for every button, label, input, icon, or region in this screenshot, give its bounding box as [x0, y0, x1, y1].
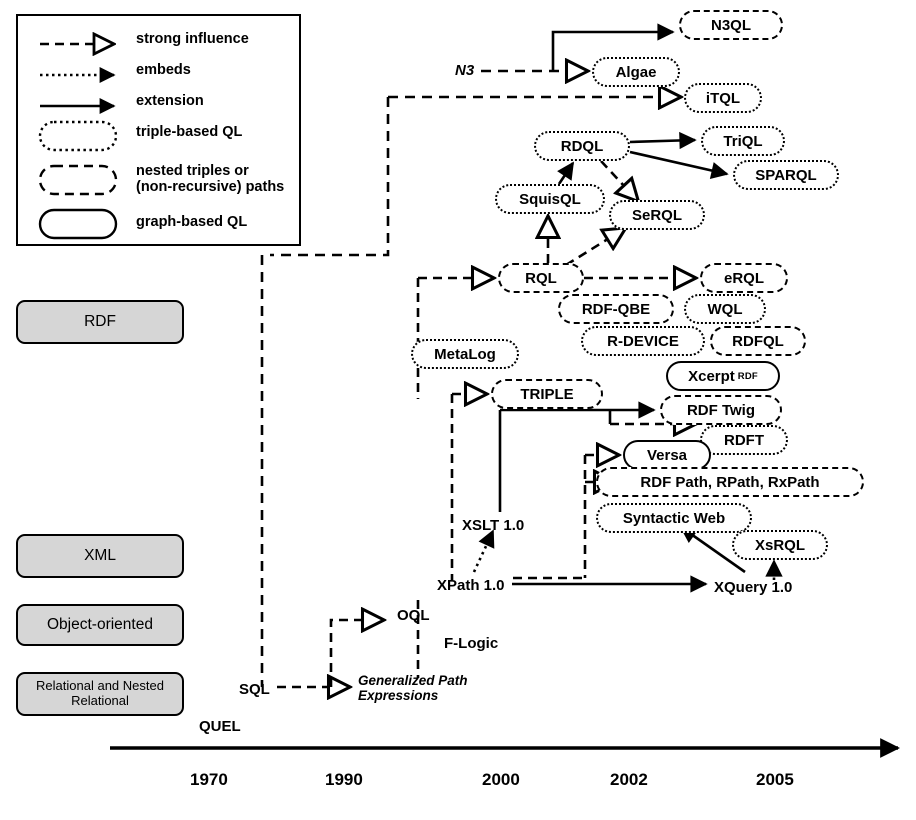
node-rdftwig[interactable]: RDF Twig — [660, 395, 782, 425]
legend-item-nested-triples: nested triples or (non-recursive) paths — [126, 163, 284, 195]
node-rdfpath[interactable]: RDF Path, RPath, RxPath — [596, 467, 864, 497]
node-label: eRQL — [723, 269, 764, 287]
label-flogic: F-Logic — [444, 635, 499, 652]
node-rdfql[interactable]: RDFQL — [710, 326, 806, 356]
node-label: iTQL — [705, 89, 741, 107]
node-rdfqbe[interactable]: RDF-QBE — [558, 294, 674, 324]
node-label: Xcerpt — [688, 367, 735, 385]
node-label: TRIPLE — [520, 385, 574, 403]
category-label: Object-oriented — [47, 616, 153, 634]
node-label: SeRQL — [631, 206, 682, 224]
edge-rdql-serql — [600, 160, 637, 200]
node-label: RQL — [525, 269, 557, 287]
legend: strong influence embeds extension triple… — [16, 14, 301, 246]
node-label: Algae — [615, 63, 657, 81]
node-triple[interactable]: TRIPLE — [491, 379, 603, 409]
label-quel: QUEL — [199, 718, 241, 735]
node-serql[interactable]: SeRQL — [609, 200, 705, 230]
axis-tick-2005: 2005 — [756, 770, 794, 789]
category-box-rdf: RDF — [16, 300, 184, 344]
legend-item-embeds: embeds — [126, 62, 191, 78]
node-label: RDFQL — [732, 332, 784, 350]
node-sublabel: RDF — [737, 370, 758, 382]
edge-squisql-rdql — [557, 161, 575, 185]
label-n3: N3 — [455, 62, 475, 79]
node-rdevice[interactable]: R-DEVICE — [581, 326, 705, 356]
axis-tick-2002: 2002 — [610, 770, 648, 789]
legend-item-extension: extension — [126, 93, 204, 109]
node-metalog[interactable]: MetaLog — [411, 339, 519, 369]
category-box-xml: XML — [16, 534, 184, 578]
axis-tick-1990: 1990 — [325, 770, 363, 789]
legend-item-triple-based: triple-based QL — [126, 124, 242, 140]
node-label: RDF Twig — [686, 401, 756, 419]
node-label: RDF-QBE — [581, 300, 651, 318]
category-label: RDF — [84, 313, 116, 331]
axis-tick-1970: 1970 — [190, 770, 228, 789]
node-xsrql[interactable]: XsRQL — [732, 530, 828, 560]
node-label: TriQL — [723, 132, 763, 150]
category-box-relational-and-nested-relational: Relational and Nested Relational — [16, 672, 184, 716]
legend-label-graph-based: graph-based QL — [136, 214, 248, 230]
node-rdql[interactable]: RDQL — [534, 131, 630, 161]
category-label: Relational and Nested Relational — [36, 678, 164, 708]
legend-item-strong-influence: strong influence — [126, 31, 249, 47]
diagram-canvas: strong influence embeds extension triple… — [0, 0, 916, 820]
node-label: SquisQL — [519, 190, 581, 208]
label-sql: SQL — [239, 681, 270, 698]
label-xpath: XPath 1.0 — [437, 577, 505, 594]
legend-label-nested-triples: nested triples or (non-recursive) paths — [136, 163, 285, 196]
node-triql[interactable]: TriQL — [701, 126, 785, 156]
node-label: WQL — [707, 300, 743, 318]
node-label: N3QL — [710, 16, 751, 34]
legend-label-embeds: embeds — [136, 62, 191, 78]
label-gpe: Generalized Path Expressions — [358, 673, 468, 704]
node-versa[interactable]: Versa — [623, 440, 711, 470]
legend-label-strong-influence: strong influence — [136, 31, 249, 47]
axis-tick-2000: 2000 — [482, 770, 520, 789]
legend-label-extension: extension — [136, 93, 204, 109]
node-label: Syntactic Web — [622, 509, 726, 527]
node-label: RDF Path, RPath, RxPath — [640, 473, 820, 491]
node-squisql[interactable]: SquisQL — [495, 184, 605, 214]
legend-item-graph-based: graph-based QL — [126, 214, 247, 230]
node-syntweb[interactable]: Syntactic Web — [596, 503, 752, 533]
node-label: MetaLog — [434, 345, 496, 363]
node-label: Versa — [646, 446, 688, 464]
legend-label-triple-based: triple-based QL — [136, 124, 243, 140]
node-wql[interactable]: WQL — [684, 294, 766, 324]
category-box-object-oriented: Object-oriented — [16, 604, 184, 646]
label-xquery: XQuery 1.0 — [714, 579, 793, 596]
node-algae[interactable]: Algae — [592, 57, 680, 87]
node-label: RDFT — [724, 431, 764, 449]
node-xcerpt[interactable]: Xcerpt RDF — [666, 361, 780, 391]
node-label: RDQL — [560, 137, 604, 155]
node-label: SPARQL — [755, 166, 817, 184]
label-xslt: XSLT 1.0 — [462, 517, 525, 534]
node-n3ql[interactable]: N3QL — [679, 10, 783, 40]
node-itql[interactable]: iTQL — [684, 83, 762, 113]
label-oql: OQL — [397, 607, 430, 624]
node-sparql[interactable]: SPARQL — [733, 160, 839, 190]
category-label: XML — [84, 547, 116, 565]
edge-xpath-xslt — [472, 529, 495, 573]
node-rdft[interactable]: RDFT — [700, 425, 788, 455]
edge-rdql-triql — [629, 131, 697, 150]
node-label: R-DEVICE — [607, 332, 679, 350]
node-rql[interactable]: RQL — [498, 263, 584, 293]
edge-rql-serql — [565, 229, 624, 267]
node-erql[interactable]: eRQL — [700, 263, 788, 293]
node-label: XsRQL — [754, 536, 805, 554]
